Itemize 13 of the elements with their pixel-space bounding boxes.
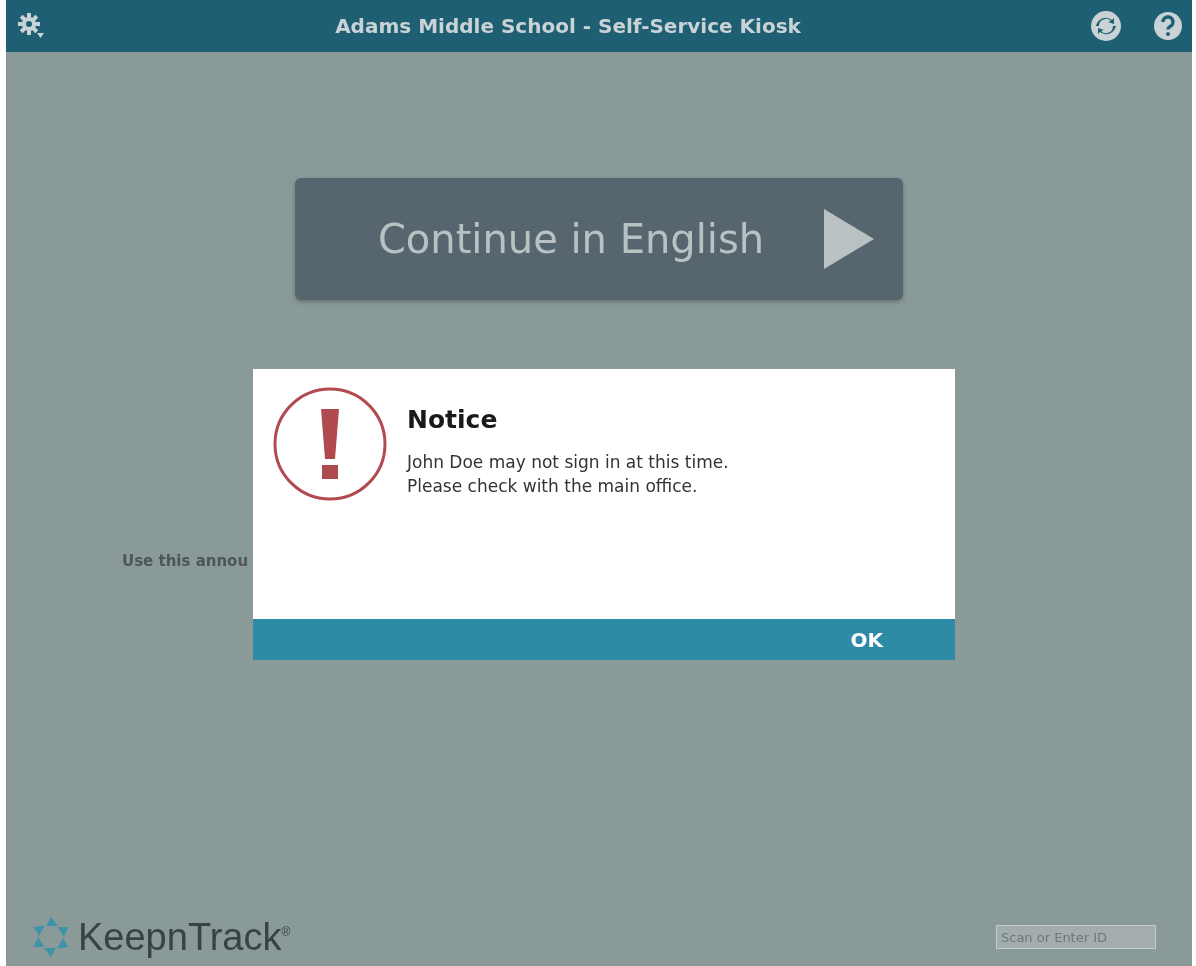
logo-text: KeepnTrack$^{®}$ [78, 915, 291, 959]
window-title: Adams Middle School - Self-Service Kiosk [334, 14, 802, 38]
dialog-message: Please check with the main office. [407, 476, 699, 496]
help-icon[interactable] [1154, 12, 1182, 40]
dialog-title: Notice [407, 405, 499, 434]
announcement-text: Use this annou [122, 552, 249, 570]
dialog-message: John Doe may not sign in at this time. [407, 452, 729, 472]
continue-button[interactable]: Continue in English [295, 178, 903, 300]
warning-icon [273, 387, 387, 501]
play-icon [824, 209, 875, 269]
ok-button[interactable]: OK [253, 619, 955, 660]
refresh-icon[interactable] [1090, 10, 1122, 42]
settings-icon[interactable] [16, 11, 46, 41]
